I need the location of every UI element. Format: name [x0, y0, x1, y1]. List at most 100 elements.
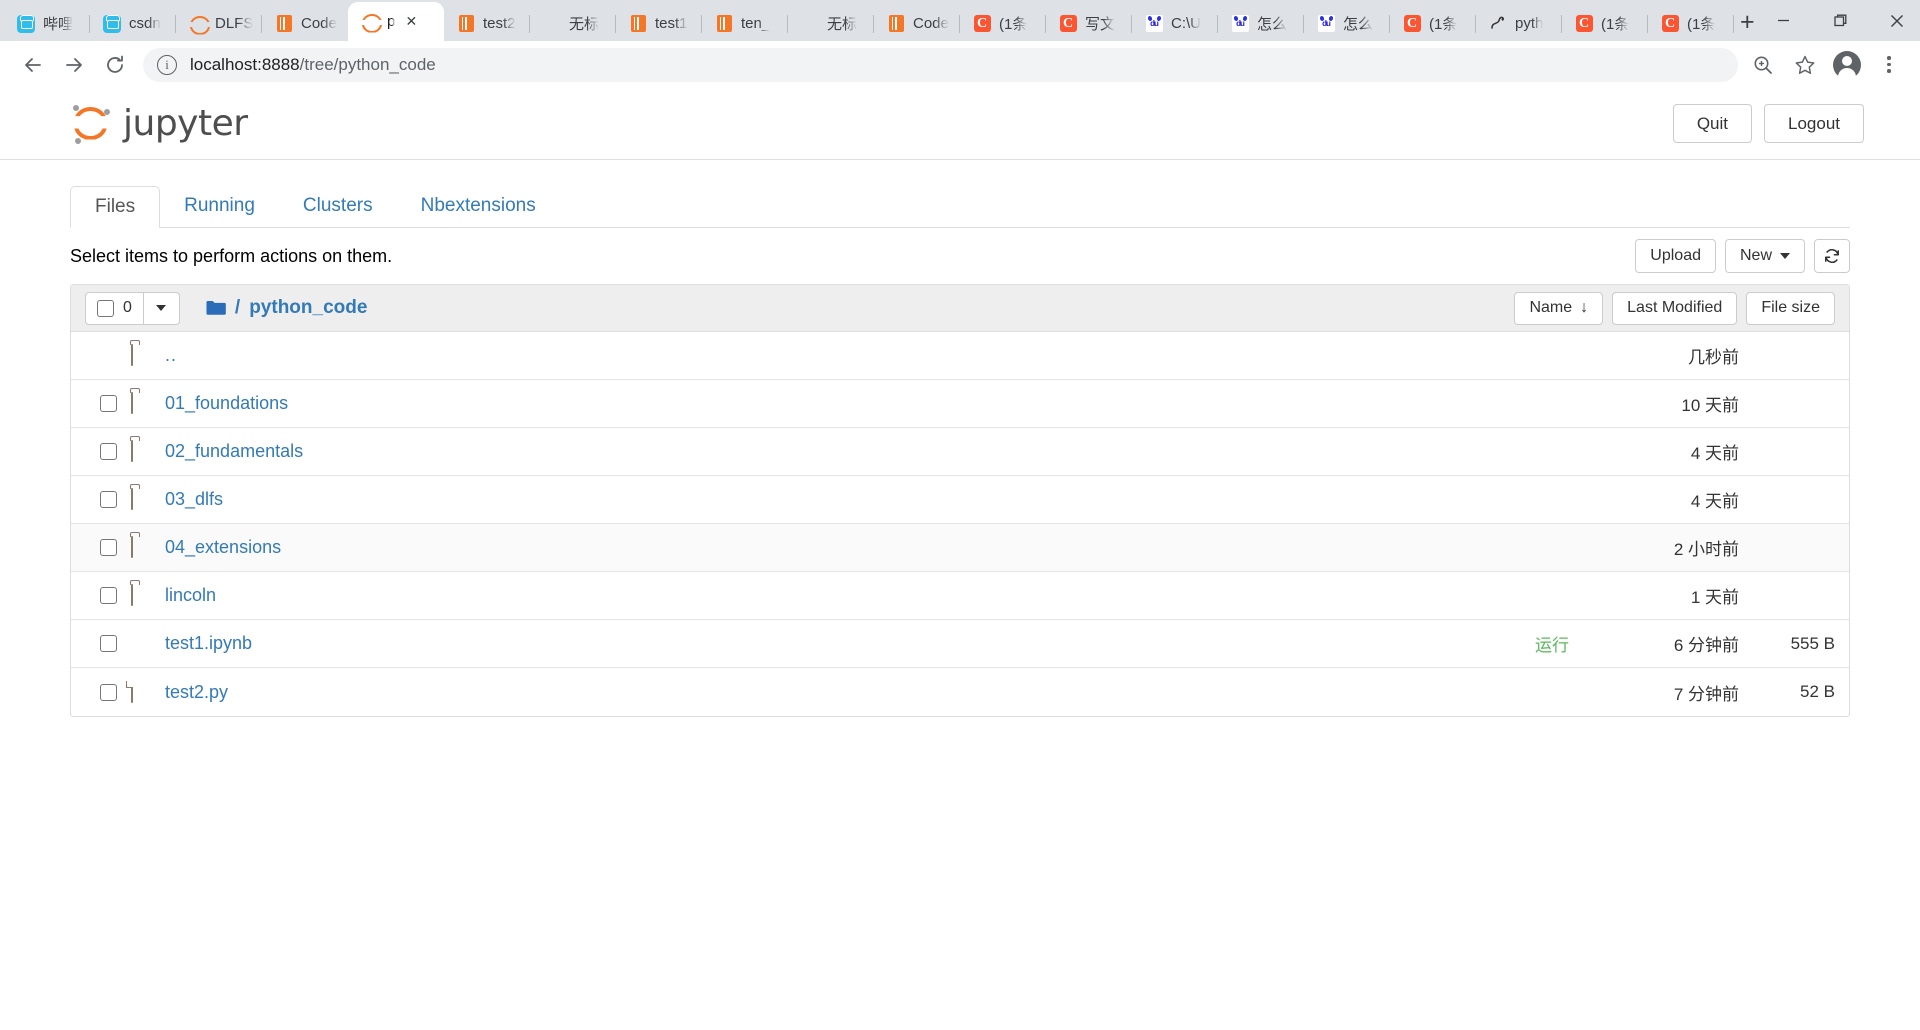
refresh-icon [1825, 248, 1839, 264]
selection-dropdown-button[interactable] [143, 291, 180, 325]
table-row[interactable]: 02_fundamentals 4 天前 [71, 428, 1849, 476]
browser-tab[interactable]: Code [874, 6, 960, 41]
quit-button[interactable]: Quit [1672, 104, 1752, 143]
file-name-link[interactable]: 03_dlfs [165, 489, 223, 510]
tab-running[interactable]: Running [160, 185, 279, 227]
browser-tab[interactable]: DLFS [176, 6, 262, 41]
browser-tab[interactable]: du 怎么 [1304, 6, 1390, 41]
site-info-icon[interactable]: i [157, 54, 177, 75]
browser-tab[interactable]: C 写文 [1046, 6, 1132, 41]
browser-tab[interactable]: C (1条 [960, 6, 1046, 41]
row-meta: 7 分钟前 52 B [1589, 680, 1835, 705]
maximize-button[interactable] [1812, 0, 1869, 41]
address-bar[interactable]: i localhost:8888/tree/python_code [143, 47, 1738, 82]
row-checkbox[interactable] [99, 635, 117, 652]
folder-icon[interactable] [206, 300, 226, 316]
browser-tab-label: (1条 [1429, 16, 1458, 33]
new-dropdown-button[interactable]: New [1724, 239, 1805, 273]
browser-tab[interactable]: du C:\U [1132, 6, 1218, 41]
select-all-button[interactable]: 0 [85, 291, 144, 325]
close-button[interactable] [1869, 0, 1920, 41]
forward-button[interactable] [53, 44, 94, 85]
browser-tab[interactable]: pyth [1476, 6, 1562, 41]
sort-button-file-size[interactable]: File size [1746, 291, 1835, 325]
baidu-icon: du [1316, 14, 1336, 34]
sort-button-name[interactable]: Name ↓ [1514, 291, 1604, 325]
folder-icon [131, 344, 133, 366]
browser-tab-label: 无标 [569, 16, 600, 33]
file-name-link[interactable]: 01_foundations [165, 393, 288, 414]
row-checkbox[interactable] [99, 491, 117, 508]
row-checkbox[interactable] [99, 443, 117, 460]
select-all-checkbox[interactable] [97, 299, 114, 317]
new-tab-button[interactable]: + [1740, 5, 1755, 39]
row-checkbox[interactable] [99, 539, 117, 556]
file-name-link[interactable]: 04_extensions [165, 537, 281, 558]
file-name-link[interactable]: lincoln [165, 585, 216, 606]
sort-buttons: Name ↓ Last Modified File size [1514, 291, 1835, 325]
row-icon-cell [131, 584, 165, 606]
table-row[interactable]: 03_dlfs 4 天前 [71, 476, 1849, 524]
file-name-link[interactable]: .. [165, 345, 177, 366]
browser-tab[interactable]: csdn [90, 6, 176, 41]
url-path: /tree/python_code [299, 54, 436, 74]
star-icon[interactable] [1786, 46, 1824, 84]
browser-tab[interactable]: 无标 [530, 6, 616, 41]
breadcrumb-path[interactable]: python_code [249, 297, 367, 319]
address-bar-url: localhost:8888/tree/python_code [190, 55, 436, 75]
row-icon-cell [131, 488, 165, 510]
zoom-icon[interactable] [1744, 46, 1782, 84]
browser-tab[interactable]: p ✕ [348, 2, 444, 41]
tab-clusters[interactable]: Clusters [279, 185, 397, 227]
browser-tab[interactable]: test2 [444, 6, 530, 41]
minimize-button[interactable] [1755, 0, 1812, 41]
table-row[interactable]: test2.py 7 分钟前 52 B [71, 668, 1849, 716]
browser-tab[interactable]: C (1条 [1648, 6, 1734, 41]
upload-button[interactable]: Upload [1635, 239, 1716, 273]
kebab-menu-icon[interactable] [1870, 46, 1908, 84]
browser-tab[interactable]: C (1条 [1390, 6, 1476, 41]
file-size-cell: 555 B [1790, 633, 1835, 653]
browser-tab-label: pyth [1515, 15, 1544, 32]
table-row[interactable]: .. 几秒前 [71, 332, 1849, 380]
browser-tab[interactable]: test1 [616, 6, 702, 41]
row-checkbox[interactable] [99, 683, 117, 701]
jupyter-logo[interactable]: jupyter [70, 103, 248, 145]
browser-tab[interactable]: ten_ [702, 6, 788, 41]
tab-files[interactable]: Files [70, 186, 161, 228]
jupyter-icon [188, 14, 208, 34]
browser-tab[interactable]: 无标 [788, 6, 874, 41]
file-name-link[interactable]: test1.ipynb [165, 633, 252, 654]
browser-tab[interactable]: C (1条 [1562, 6, 1648, 41]
row-meta: 运行 6 分钟前 555 B [1535, 631, 1835, 656]
window-controls [1755, 0, 1920, 41]
refresh-button[interactable] [1814, 239, 1850, 273]
browser-tab[interactable]: Code [262, 6, 348, 41]
table-row[interactable]: test1.ipynb 运行 6 分钟前 555 B [71, 620, 1849, 668]
back-button[interactable] [12, 44, 53, 85]
file-name-link[interactable]: 02_fundamentals [165, 441, 303, 462]
table-row[interactable]: 01_foundations 10 天前 [71, 380, 1849, 428]
table-row[interactable]: lincoln 1 天前 [71, 572, 1849, 620]
row-checkbox-cell [85, 539, 131, 556]
browser-tab-label: test1 [655, 15, 688, 32]
last-modified-cell: 几秒前 [1688, 348, 1739, 367]
sort-button-last-modified[interactable]: Last Modified [1612, 291, 1738, 325]
browser-tab[interactable]: 哔哩 [4, 6, 90, 41]
tab-close-icon[interactable]: ✕ [402, 13, 420, 31]
csdn-icon: C [1402, 14, 1422, 34]
browser-tab-label: (1条 [999, 16, 1028, 33]
logout-button[interactable]: Logout [1764, 104, 1864, 143]
row-meta: 几秒前 [1589, 343, 1835, 368]
tab-nbextensions[interactable]: Nbextensions [397, 185, 560, 227]
row-checkbox-cell [85, 491, 131, 508]
table-row[interactable]: 04_extensions 2 小时前 [71, 524, 1849, 572]
browser-tab-label: 哔哩 [43, 16, 74, 33]
file-name-link[interactable]: test2.py [165, 682, 228, 703]
row-checkbox[interactable] [99, 587, 117, 604]
reload-button[interactable] [94, 44, 135, 85]
avatar-icon[interactable] [1828, 46, 1866, 84]
browser-tab-label: test2 [483, 15, 516, 32]
row-checkbox[interactable] [99, 395, 117, 412]
browser-tab[interactable]: du 怎么 [1218, 6, 1304, 41]
